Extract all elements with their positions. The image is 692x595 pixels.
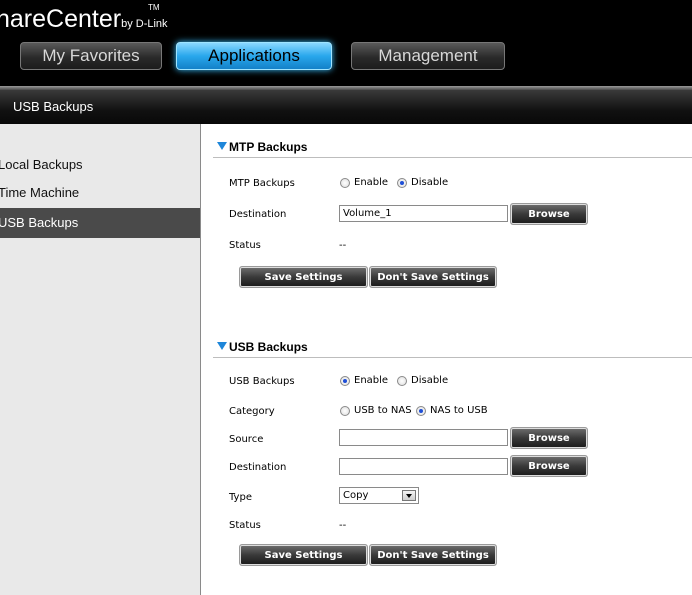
usb-save-settings-button[interactable]: Save Settings <box>239 544 368 566</box>
sidebar: Local Backups Time Machine USB Backups <box>0 124 201 595</box>
usb-source-label: Source <box>229 434 264 445</box>
mtp-dont-save-settings-button[interactable]: Don't Save Settings <box>369 266 497 288</box>
section-bar: USB Backups <box>0 90 692 124</box>
collapse-triangle-icon <box>217 341 227 350</box>
mtp-enable-label: Enable <box>354 177 389 188</box>
mtp-save-settings-button[interactable]: Save Settings <box>239 266 368 288</box>
usb-category-label: Category <box>229 406 275 417</box>
mtp-section-header[interactable]: MTP Backups <box>217 140 307 154</box>
usb-source-browse-button[interactable]: Browse <box>510 427 588 449</box>
usb-section-header[interactable]: USB Backups <box>217 340 308 354</box>
usb-type-select[interactable]: Copy <box>339 487 419 504</box>
radio-on-icon <box>416 405 426 416</box>
brand-by-dlink: by D-Link <box>121 18 168 30</box>
radio-off-icon <box>397 375 407 386</box>
mtp-status-value: -- <box>339 240 347 251</box>
tab-my-favorites[interactable]: My Favorites <box>20 42 162 70</box>
mtp-backups-label: MTP Backups <box>229 178 295 189</box>
collapse-triangle-icon <box>217 141 227 150</box>
tab-applications[interactable]: Applications <box>176 42 332 70</box>
sidebar-item-label: Time Machine <box>0 185 80 200</box>
usb-section-title: USB Backups <box>229 340 308 354</box>
mtp-disable-radio[interactable]: Disable <box>397 177 448 188</box>
usb-dont-save-settings-button[interactable]: Don't Save Settings <box>369 544 497 566</box>
mtp-destination-input[interactable]: Volume_1 <box>339 205 508 222</box>
nas-to-usb-label: NAS to USB <box>430 405 488 416</box>
usb-to-nas-label: USB to NAS <box>354 405 412 416</box>
top-header: hareCenter TM by D-Link My Favorites Appli… <box>0 0 692 86</box>
sidebar-item-usb-backups[interactable]: USB Backups <box>0 208 200 238</box>
brand-name: hareCenter <box>0 5 122 33</box>
sharecenter-logo: hareCenter TM by D-Link <box>0 3 168 34</box>
main-content: MTP Backups MTP Backups Enable Disable D… <box>201 124 692 595</box>
sidebar-item-label: Local Backups <box>0 157 83 172</box>
usb-type-value: Copy <box>343 490 369 501</box>
chevron-down-icon <box>402 490 416 501</box>
usb-enable-radio[interactable]: Enable <box>340 375 388 386</box>
usb-status-label: Status <box>229 520 261 531</box>
usb-enable-label: Enable <box>354 375 389 386</box>
mtp-browse-button[interactable]: Browse <box>510 203 588 225</box>
trademark-mark: TM <box>148 3 160 12</box>
usb-backups-label: USB Backups <box>229 376 295 387</box>
mtp-disable-label: Disable <box>411 177 449 188</box>
mtp-destination-label: Destination <box>229 209 287 220</box>
usb-status-value: -- <box>339 520 347 531</box>
usb-destination-browse-button[interactable]: Browse <box>510 455 588 477</box>
usb-section-divider <box>213 357 692 358</box>
sidebar-item-local-backups[interactable]: Local Backups <box>0 152 200 178</box>
usb-destination-label: Destination <box>229 462 287 473</box>
usb-disable-label: Disable <box>411 375 449 386</box>
sidebar-item-time-machine[interactable]: Time Machine <box>0 180 200 206</box>
radio-on-icon <box>340 375 350 386</box>
mtp-status-label: Status <box>229 240 261 251</box>
radio-off-icon <box>340 405 350 416</box>
mtp-section-title: MTP Backups <box>229 140 308 154</box>
usb-disable-radio[interactable]: Disable <box>397 375 448 386</box>
radio-on-icon <box>397 177 407 188</box>
usb-source-input[interactable] <box>339 429 508 446</box>
mtp-enable-radio[interactable]: Enable <box>340 177 388 188</box>
usb-to-nas-radio[interactable]: USB to NAS <box>340 405 412 416</box>
sidebar-item-label: USB Backups <box>0 215 79 230</box>
usb-destination-input[interactable] <box>339 458 508 475</box>
nas-to-usb-radio[interactable]: NAS to USB <box>416 405 488 416</box>
usb-type-label: Type <box>229 492 252 503</box>
section-title: USB Backups <box>13 99 94 114</box>
radio-off-icon <box>340 177 350 188</box>
mtp-section-divider <box>213 157 692 158</box>
tab-management[interactable]: Management <box>351 42 505 70</box>
